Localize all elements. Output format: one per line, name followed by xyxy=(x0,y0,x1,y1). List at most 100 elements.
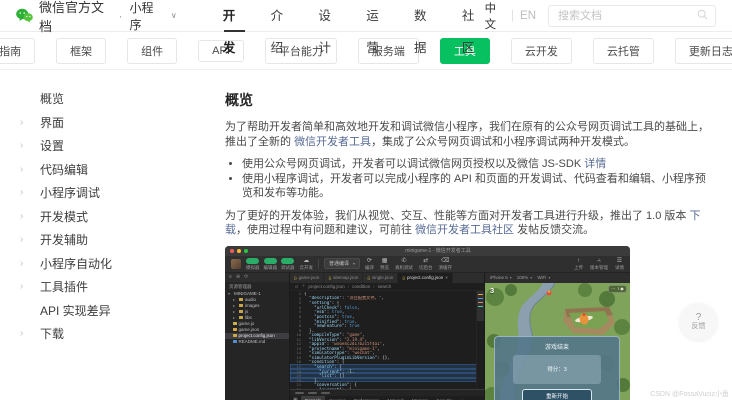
simulator-dropdown: 100% ▾ xyxy=(517,275,533,280)
sidebar-item-label: 小程序调试 xyxy=(40,184,100,201)
toggle-pill-icon xyxy=(246,258,259,264)
folder-icon xyxy=(239,304,243,307)
chevron-right-icon: › xyxy=(20,234,23,245)
chevron-right-icon: ▸ xyxy=(233,309,237,314)
sidebar-item-label: API 实现差异 xyxy=(40,302,111,319)
devtools-screenshot: minigame-1 - 微信开发者工具 模拟器 编辑器 xyxy=(225,246,630,400)
minigame-capsule-button: ⋯◉ xyxy=(608,285,627,293)
caret-down-icon: ▾ xyxy=(353,261,355,266)
sidebar-item[interactable]: › 开发模式 xyxy=(0,205,211,229)
devtools-link[interactable]: 微信开发者工具 xyxy=(294,136,371,148)
panel-toggle: 调试器 xyxy=(281,258,295,270)
section-tab[interactable]: API xyxy=(198,40,244,62)
code-text: "current": -1, xyxy=(304,387,354,389)
sidebar-item-label: 小程序自动化 xyxy=(40,255,112,272)
sidebar-item[interactable]: › 开发辅助 xyxy=(0,228,211,252)
lang-zh[interactable]: 中文 xyxy=(485,0,505,32)
json-file-icon: {} xyxy=(402,275,405,280)
nav-item[interactable]: 社区 xyxy=(462,0,485,32)
folder-icon xyxy=(239,298,243,301)
chevron-right-icon: › xyxy=(20,328,23,339)
file-icon xyxy=(233,334,237,338)
page-title: 概览 xyxy=(225,90,711,110)
chevron-right-icon: › xyxy=(20,140,23,151)
nav-item[interactable]: 数据 xyxy=(414,0,437,32)
simulator-controls: iPhone 6 ▾ 100% ▾ WiFi ▾ xyxy=(485,273,630,283)
toggle-label: 编辑器 xyxy=(264,265,278,270)
json-file-icon: {} xyxy=(367,275,370,280)
folder-label: js xyxy=(245,309,248,314)
editor-breadcrumb-row: ⊟ ＋ project.config.jsonconditionsearch xyxy=(290,283,484,291)
toolbar-action: ⑃ 版本管理 xyxy=(590,258,608,270)
cloud-label: 云开发 xyxy=(300,265,314,270)
feature-item: 使用公众号网页调试，开发者可以调试微信网页授权以及微信 JS-SDK 详情 xyxy=(242,157,712,172)
json-file-icon: {} xyxy=(294,275,297,280)
section-tab[interactable]: 框架 xyxy=(56,38,106,64)
paragraph-text: 为了更好的开发体验，我们从视觉、交互、性能等方面对开发者工具进行升级，推出了 1… xyxy=(225,210,689,222)
action-icon: ▦ xyxy=(382,258,388,265)
nav-item[interactable]: 运营 xyxy=(366,0,389,32)
search-input[interactable] xyxy=(556,9,697,23)
json-file-icon: {} xyxy=(328,275,331,280)
sidebar-item-label: 概览 xyxy=(40,90,64,107)
restart-button: 重新开始 xyxy=(522,389,592,400)
sidebar-item[interactable]: › 工具插件 xyxy=(0,275,211,299)
file-label: project.config.json xyxy=(239,333,275,338)
simulator: iPhone 6 ▾ 100% ▾ WiFi ▾ xyxy=(484,273,630,400)
editor-tab: {} single.json × xyxy=(363,273,398,283)
section-tab[interactable]: 云托管 xyxy=(593,38,654,64)
tree-files: game.js game.json project.config.json xyxy=(225,321,289,345)
section-tab[interactable]: 更新日志 xyxy=(675,38,732,64)
toggle-pill-icon xyxy=(264,258,277,264)
doc-sidebar: › 概览 › 界面 › 设置 › 代码编辑 › 小程序调试 › 开发模式 xyxy=(0,70,211,400)
section-tab[interactable]: 指南 xyxy=(0,38,35,64)
lang-en[interactable]: EN xyxy=(520,10,536,22)
nav-item[interactable]: 设计 xyxy=(318,0,341,32)
action-icon: ⌫ xyxy=(441,258,449,265)
chevron-right-icon: ▸ xyxy=(233,315,237,320)
sidebar-item[interactable]: › 设置 xyxy=(0,134,211,158)
sidebar-item[interactable]: › 概览 xyxy=(0,87,211,111)
caret-down-icon: ▾ xyxy=(530,275,532,280)
editor-tab: {} sitemap.json × xyxy=(324,273,363,283)
bullet-text: 使用小程序调试，开发者可以完成小程序的 API 和页面的开发调试、代码查看和编辑… xyxy=(242,173,706,200)
community-link[interactable]: 微信开发者工具社区 xyxy=(415,224,514,236)
section-tab[interactable]: 云开发 xyxy=(511,38,572,64)
product-switcher[interactable]: 小程序 xyxy=(129,0,162,33)
toolbar-action: ⌫ 清缓存 xyxy=(439,258,453,270)
sidebar-item[interactable]: › 界面 xyxy=(0,111,211,135)
section-tab[interactable]: 组件 xyxy=(127,38,177,64)
sidebar-item[interactable]: › 小程序调试 xyxy=(0,181,211,205)
lang-divider: | xyxy=(511,10,514,22)
inspect-icon: ▣ xyxy=(290,396,301,400)
ide-toolbar: 模拟器 编辑器 调试器 ☁ 云开发 xyxy=(225,256,630,273)
nav-item[interactable]: 介绍 xyxy=(271,0,294,32)
debugger-panel: ▣ ConsoleSourcesPerformanceNetworkMemory… xyxy=(290,389,484,400)
avatar xyxy=(231,259,241,269)
sidebar-item[interactable]: › 下载 xyxy=(0,322,211,346)
editor-tab: {} game.json × xyxy=(290,273,324,283)
brand[interactable]: 微信官方文档 · 小程序 ∨ xyxy=(16,0,177,35)
sidebar-item-label: 界面 xyxy=(40,114,64,131)
feedback-button[interactable]: ? 反馈 xyxy=(680,303,717,340)
line-number: 22 xyxy=(290,387,304,389)
breadcrumb-segment: condition xyxy=(345,284,371,289)
panel-toggle: 模拟器 xyxy=(246,258,260,270)
toolbar-action: ☰ 详情 xyxy=(615,258,624,270)
split-editor-icon: ⊟ xyxy=(295,284,298,289)
feature-item: 使用小程序调试，开发者可以完成小程序的 API 和页面的开发调试、代码查看和编辑… xyxy=(242,172,712,201)
doc-content: 概览 为了帮助开发者简单和高效地开发和调试微信小程序，我们在原有的公众号网页调试… xyxy=(211,70,711,400)
code-line: 22 "current": -1, xyxy=(290,387,484,389)
search-icon[interactable] xyxy=(697,7,708,25)
detail-link[interactable]: 详情 xyxy=(584,158,606,170)
minimize-window-icon xyxy=(237,249,241,253)
toolbar-action: ▦ 预览 xyxy=(380,258,389,270)
action-label: 真机调试 xyxy=(395,265,413,270)
action-icon: ↑ xyxy=(577,258,580,265)
sidebar-item[interactable]: › 代码编辑 xyxy=(0,158,211,182)
sidebar-item[interactable]: › 小程序自动化 xyxy=(0,252,211,276)
sidebar-item[interactable]: › API 实现差异 xyxy=(0,299,211,323)
nav-item[interactable]: 开发 xyxy=(223,0,246,32)
action-icon: ⇄ xyxy=(423,258,428,265)
debugger-tab: Sources xyxy=(325,396,350,400)
